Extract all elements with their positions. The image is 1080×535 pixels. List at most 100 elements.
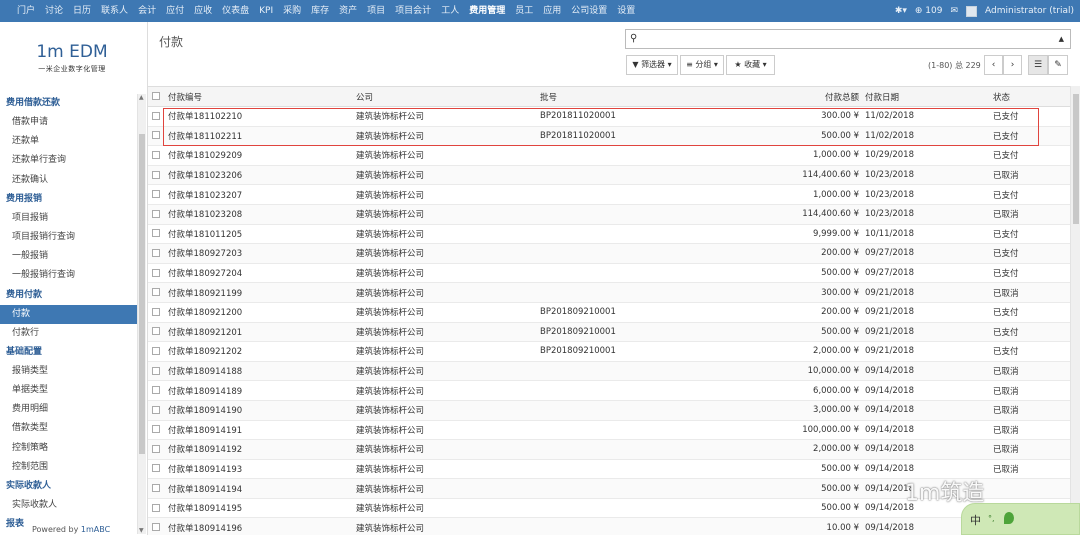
sidebar-item[interactable]: 借款申请 bbox=[0, 113, 137, 132]
sidebar-scroll-thumb[interactable] bbox=[139, 134, 145, 454]
topnav-item[interactable]: 讨论 bbox=[40, 0, 68, 22]
filters-button[interactable]: ▼ 筛选器 ▾ bbox=[626, 55, 678, 75]
app-logo[interactable]: 1m EDM 一米企业数字化管理 bbox=[32, 42, 112, 74]
table-row[interactable]: 付款单180914190 建筑装饰标杆公司 3,000.00 ¥09/14/2018… bbox=[148, 400, 1070, 421]
row-checkbox[interactable] bbox=[148, 439, 164, 460]
topnav-item[interactable]: 日历 bbox=[68, 0, 96, 22]
header-date[interactable]: 付款日期 bbox=[861, 86, 989, 107]
bug-icon[interactable]: ✱▾ bbox=[895, 6, 907, 16]
topnav-item[interactable]: 采购 bbox=[278, 0, 306, 22]
avatar[interactable] bbox=[966, 5, 978, 17]
sidebar-item[interactable]: 控制策略 bbox=[0, 439, 137, 458]
sidebar-item[interactable]: 还款单行查询 bbox=[0, 151, 137, 170]
table-row[interactable]: 付款单180927203 建筑装饰标杆公司 200.00 ¥09/27/2018 已支… bbox=[148, 243, 1070, 264]
topnav-item[interactable]: 门户 bbox=[12, 0, 40, 22]
topnav-item[interactable]: KPI bbox=[254, 0, 278, 22]
sidebar-item[interactable]: 报销类型 bbox=[0, 362, 137, 381]
table-row[interactable]: 付款单181023208 建筑装饰标杆公司 114,400.60 ¥10/23/20… bbox=[148, 204, 1070, 225]
sidebar-item[interactable]: 费用明细 bbox=[0, 400, 137, 419]
sidebar-item[interactable]: 借款类型 bbox=[0, 419, 137, 438]
sidebar-item[interactable]: 项目报销行查询 bbox=[0, 228, 137, 247]
table-row[interactable]: 付款单181102211 建筑装饰标杆公司 BP201811020001 500.00… bbox=[148, 126, 1070, 147]
table-scrollbar[interactable] bbox=[1070, 86, 1080, 535]
sidebar-scrollbar[interactable]: ▲ ▼ bbox=[137, 94, 146, 534]
sidebar-item[interactable]: 一般报销 bbox=[0, 247, 137, 266]
topnav-item[interactable]: 设置 bbox=[612, 0, 640, 22]
row-checkbox[interactable] bbox=[148, 282, 164, 303]
favorites-button[interactable]: ★ 收藏 ▾ bbox=[726, 55, 775, 75]
group-by-button[interactable]: ≡ 分组 ▾ bbox=[680, 55, 724, 75]
scroll-down-icon[interactable]: ▼ bbox=[139, 527, 144, 534]
pager-next-button[interactable]: › bbox=[1003, 55, 1022, 75]
row-checkbox[interactable] bbox=[148, 380, 164, 401]
topnav-item[interactable]: 公司设置 bbox=[566, 0, 612, 22]
row-checkbox[interactable] bbox=[148, 400, 164, 421]
topnav-item[interactable]: 项目会计 bbox=[390, 0, 436, 22]
table-row[interactable]: 付款单181011205 建筑装饰标杆公司 9,999.00 ¥10/11/2018… bbox=[148, 224, 1070, 245]
form-view-button[interactable]: ✎ bbox=[1048, 55, 1068, 75]
table-row[interactable]: 付款单180914196 建筑装饰标杆公司 10.00 ¥09/14/2018 bbox=[148, 517, 1070, 535]
list-view-button[interactable]: ☰ bbox=[1028, 55, 1048, 75]
row-checkbox[interactable] bbox=[148, 204, 164, 225]
table-row[interactable]: 付款单180914188 建筑装饰标杆公司 10,000.00 ¥09/14/201… bbox=[148, 361, 1070, 382]
sidebar-item[interactable]: 付款 bbox=[0, 304, 137, 324]
table-row[interactable]: 付款单180914192 建筑装饰标杆公司 2,000.00 ¥09/14/2018… bbox=[148, 439, 1070, 460]
topnav-item[interactable]: 应收 bbox=[189, 0, 217, 22]
ime-toolbar[interactable]: 中 °, bbox=[961, 503, 1080, 535]
topnav-item[interactable]: 应付 bbox=[161, 0, 189, 22]
chat-icon[interactable]: ✉ bbox=[950, 6, 958, 16]
topnav-item[interactable]: 工人 bbox=[436, 0, 464, 22]
topnav-item[interactable]: 资产 bbox=[334, 0, 362, 22]
table-row[interactable]: 付款单180914191 建筑装饰标杆公司 100,000.00 ¥09/14/20… bbox=[148, 420, 1070, 441]
scroll-up-icon[interactable]: ▲ bbox=[139, 94, 144, 101]
row-checkbox[interactable] bbox=[148, 243, 164, 264]
table-scroll-thumb[interactable] bbox=[1073, 94, 1079, 224]
sidebar-item[interactable]: 项目报销 bbox=[0, 209, 137, 228]
topnav-item[interactable]: 应用 bbox=[538, 0, 566, 22]
pager-previous-button[interactable]: ‹ bbox=[984, 55, 1003, 75]
row-checkbox[interactable] bbox=[148, 184, 164, 205]
header-amount[interactable]: 付款总额 bbox=[726, 86, 861, 107]
header-batch[interactable]: 批号 bbox=[536, 86, 726, 107]
sidebar-item[interactable]: 实际收款人 bbox=[0, 496, 137, 515]
row-checkbox[interactable] bbox=[148, 341, 164, 362]
topnav-item[interactable]: 会计 bbox=[133, 0, 161, 22]
topnav-item[interactable]: 联系人 bbox=[96, 0, 133, 22]
row-checkbox[interactable] bbox=[148, 322, 164, 343]
row-checkbox[interactable] bbox=[148, 517, 164, 535]
header-status[interactable]: 状态 bbox=[989, 86, 1070, 107]
sidebar-item[interactable]: 控制范围 bbox=[0, 458, 137, 477]
table-row[interactable]: 付款单180921201 建筑装饰标杆公司 BP201809210001 500.00… bbox=[148, 322, 1070, 343]
table-row[interactable]: 付款单180921199 建筑装饰标杆公司 300.00 ¥09/21/2018 已取… bbox=[148, 282, 1070, 303]
topnav-item[interactable]: 仪表盘 bbox=[217, 0, 254, 22]
search-input[interactable]: ⚲ ▲ bbox=[625, 29, 1071, 49]
row-checkbox[interactable] bbox=[148, 224, 164, 245]
header-payment-number[interactable]: 付款编号 bbox=[164, 86, 352, 107]
pager-value[interactable]: (1-80) 总 229 bbox=[928, 60, 981, 71]
table-row[interactable]: 付款单181029209 建筑装饰标杆公司 1,000.00 ¥10/29/2018… bbox=[148, 145, 1070, 166]
powered-by-brand[interactable]: 1mABC bbox=[81, 525, 110, 534]
table-row[interactable]: 付款单180921200 建筑装饰标杆公司 BP201809210001 200.00… bbox=[148, 302, 1070, 323]
user-menu[interactable]: Administrator (trial) bbox=[985, 6, 1074, 16]
notification-counter[interactable]: ⊕ 109 bbox=[915, 6, 943, 16]
sidebar-item[interactable]: 还款单 bbox=[0, 132, 137, 151]
table-row[interactable]: 付款单181102210 建筑装饰标杆公司 BP201811020001 300.00… bbox=[148, 106, 1070, 127]
row-checkbox[interactable] bbox=[148, 498, 164, 519]
ime-punctuation[interactable]: °, bbox=[988, 514, 995, 523]
row-checkbox[interactable] bbox=[148, 420, 164, 441]
sidebar-item[interactable]: 单据类型 bbox=[0, 381, 137, 400]
row-checkbox[interactable] bbox=[148, 126, 164, 147]
topnav-item[interactable]: 费用管理 bbox=[464, 0, 510, 22]
sidebar-item[interactable]: 一般报销行查询 bbox=[0, 266, 137, 285]
table-row[interactable]: 付款单181023206 建筑装饰标杆公司 114,400.60 ¥10/23/20… bbox=[148, 165, 1070, 186]
table-row[interactable]: 付款单180921202 建筑装饰标杆公司 BP201809210001 2,000.… bbox=[148, 341, 1070, 362]
row-checkbox[interactable] bbox=[148, 263, 164, 284]
table-row[interactable]: 付款单180914189 建筑装饰标杆公司 6,000.00 ¥09/14/2018… bbox=[148, 380, 1070, 401]
sidebar-item[interactable]: 付款行 bbox=[0, 324, 137, 343]
table-row[interactable]: 付款单181023207 建筑装饰标杆公司 1,000.00 ¥10/23/2018… bbox=[148, 184, 1070, 205]
row-checkbox[interactable] bbox=[148, 106, 164, 127]
table-row[interactable]: 付款单180927204 建筑装饰标杆公司 500.00 ¥09/27/2018 已支… bbox=[148, 263, 1070, 284]
topnav-item[interactable]: 员工 bbox=[510, 0, 538, 22]
row-checkbox[interactable] bbox=[148, 459, 164, 480]
select-all-checkbox[interactable] bbox=[148, 86, 164, 107]
